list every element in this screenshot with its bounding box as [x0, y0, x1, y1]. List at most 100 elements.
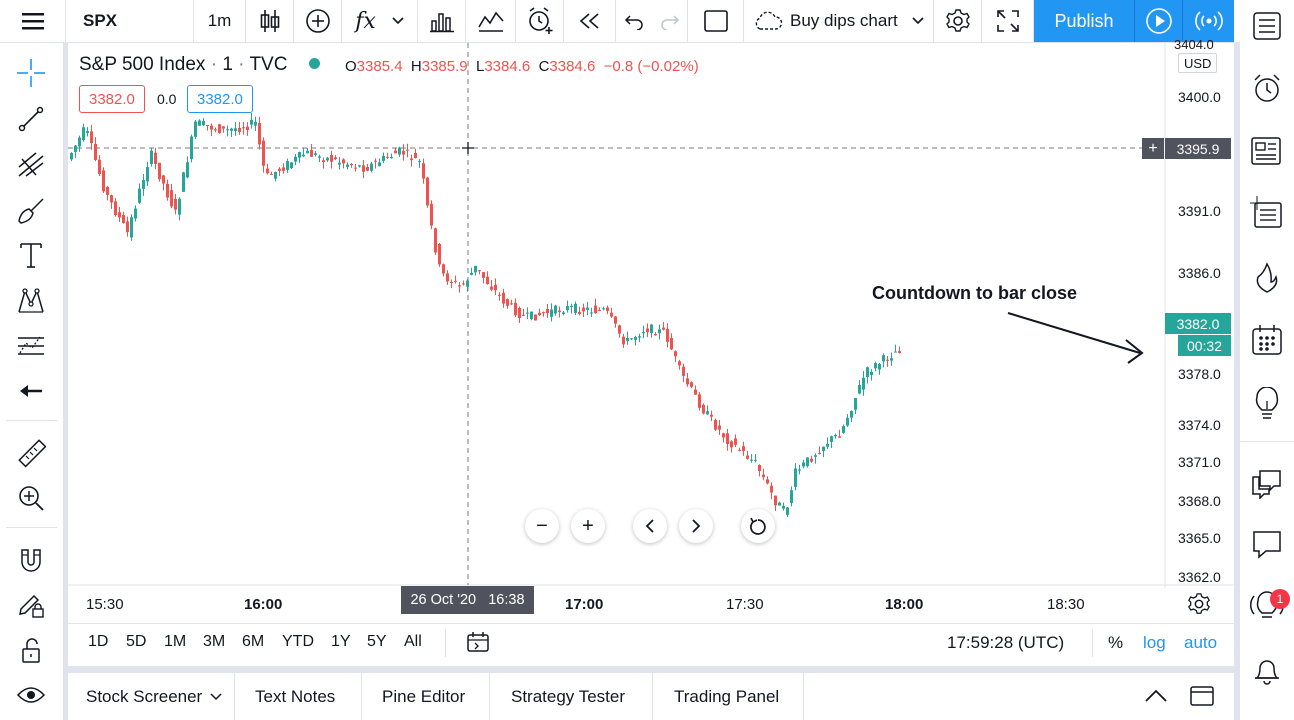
forecast-icon: [18, 336, 44, 355]
hide-drawings-tool[interactable]: [12, 676, 50, 714]
chart-settings-button[interactable]: [1187, 592, 1211, 616]
reset-icon: [750, 517, 766, 535]
candle-body: [746, 455, 749, 459]
menu-button[interactable]: [0, 0, 66, 42]
tab-trading-panel[interactable]: Trading Panel: [653, 673, 804, 720]
tab-text-notes[interactable]: Text Notes: [235, 673, 362, 720]
range-6m[interactable]: 6M: [242, 633, 264, 651]
candle-body: [182, 172, 185, 192]
scroll-right-button[interactable]: [679, 509, 713, 543]
indicators-button[interactable]: fx: [342, 0, 418, 42]
annotation-text[interactable]: Countdown to bar close: [872, 283, 1077, 304]
scroll-left-button[interactable]: [633, 509, 667, 543]
candle-body: [250, 119, 253, 125]
interval-text: 1m: [207, 11, 232, 30]
data-window-button[interactable]: [1247, 131, 1287, 171]
go-to-date-button[interactable]: [466, 631, 490, 653]
candle-body: [830, 436, 833, 442]
stay-in-drawing-tool[interactable]: [12, 586, 50, 624]
tab-pine-editor[interactable]: Pine Editor: [362, 673, 490, 720]
maximize-panel-button[interactable]: [1144, 686, 1168, 706]
candle-body: [382, 155, 385, 161]
candle-body: [698, 394, 701, 408]
hotlists-button[interactable]: [1247, 258, 1287, 298]
candle-body: [794, 468, 797, 487]
currency-label[interactable]: USD: [1178, 53, 1218, 73]
range-ytd[interactable]: YTD: [282, 633, 314, 651]
zoom-out-button[interactable]: −: [525, 509, 559, 543]
trend-line-tool[interactable]: [12, 100, 50, 138]
notifications-button[interactable]: [1247, 650, 1287, 690]
range-1y[interactable]: 1Y: [331, 633, 351, 651]
chart-style-button[interactable]: [246, 0, 294, 42]
replay-button[interactable]: [564, 0, 616, 42]
broadcast-button[interactable]: [1183, 0, 1234, 42]
prediction-tool[interactable]: [12, 327, 50, 365]
plus-icon: +: [582, 514, 594, 537]
interval-button[interactable]: 1m: [194, 0, 246, 42]
watchlist-button[interactable]: [1247, 6, 1287, 46]
candle-body: [518, 308, 521, 318]
pattern-tool[interactable]: [12, 282, 50, 320]
range-all[interactable]: All: [404, 633, 422, 651]
price-chart[interactable]: [68, 43, 1234, 666]
public-chats-button[interactable]: [1247, 463, 1287, 503]
percent-toggle[interactable]: %: [1108, 633, 1123, 653]
templates-button[interactable]: [466, 0, 516, 42]
settings-button[interactable]: [934, 0, 982, 42]
log-toggle[interactable]: log: [1143, 633, 1166, 653]
zoom-in-button[interactable]: +: [571, 509, 605, 543]
range-1d[interactable]: 1D: [88, 633, 108, 651]
zoom-tool[interactable]: [12, 479, 50, 517]
calendar-button[interactable]: [1247, 320, 1287, 360]
candle-body: [426, 177, 429, 206]
auto-toggle[interactable]: auto: [1184, 633, 1217, 653]
brush-tool[interactable]: [12, 191, 50, 229]
text-tool[interactable]: [12, 236, 50, 274]
range-3m[interactable]: 3M: [203, 633, 225, 651]
tab-strategy-tester[interactable]: Strategy Tester: [490, 673, 653, 720]
ideas-button[interactable]: [1247, 384, 1287, 424]
candle-body: [654, 334, 657, 336]
market-status-dot[interactable]: [309, 58, 320, 69]
magnet-tool[interactable]: [12, 542, 50, 580]
layout-name-button[interactable]: Buy dips chart: [744, 0, 934, 42]
range-1m[interactable]: 1M: [164, 633, 186, 651]
settings-gear-icon: [1188, 593, 1210, 614]
financials-button[interactable]: [418, 0, 466, 42]
candle-body: [294, 156, 297, 162]
restore-panel-button[interactable]: [1189, 685, 1215, 707]
symbol-search-button[interactable]: SPX: [66, 0, 194, 42]
tab-stock-screener[interactable]: Stock Screener: [68, 673, 235, 720]
fullscreen-button[interactable]: [982, 0, 1034, 42]
redo-button[interactable]: [652, 0, 688, 42]
crosshair-price-label: 3395.9: [1165, 138, 1231, 159]
pitchfork-tool[interactable]: [12, 145, 50, 183]
compare-button[interactable]: [294, 0, 342, 42]
range-5y[interactable]: 5Y: [367, 633, 387, 651]
utc-clock[interactable]: 17:59:28 (UTC): [947, 633, 1064, 653]
alerts-button[interactable]: [1247, 69, 1287, 109]
lock-drawings-tool[interactable]: [12, 631, 50, 669]
range-5d[interactable]: 5D: [126, 633, 146, 651]
alert-button[interactable]: [516, 0, 564, 42]
play-button[interactable]: [1135, 0, 1183, 42]
publish-button[interactable]: Publish: [1034, 0, 1135, 42]
add-price-line-button[interactable]: +: [1142, 138, 1164, 159]
private-chats-button[interactable]: [1247, 524, 1287, 564]
candle-body: [494, 284, 497, 291]
sell-button[interactable]: 3382.0: [79, 85, 145, 113]
chart-pane[interactable]: S&P 500 Index · 1 · TVC O3385.4 H3385.9 …: [68, 37, 1234, 666]
candle-body: [78, 137, 81, 147]
undo-button[interactable]: [616, 0, 652, 42]
reset-chart-button[interactable]: [741, 509, 775, 543]
symbol-legend[interactable]: S&P 500 Index · 1 · TVC: [79, 54, 287, 76]
price-tick: 3365.0: [1178, 530, 1221, 546]
select-layout-button[interactable]: [688, 0, 744, 42]
crosshair-tool[interactable]: [12, 54, 50, 92]
hide-toolbar-tool[interactable]: [12, 372, 50, 410]
buy-button[interactable]: 3382.0: [187, 85, 253, 113]
measure-tool[interactable]: [12, 434, 50, 472]
candle-body: [870, 371, 873, 376]
candle-body: [846, 417, 849, 426]
